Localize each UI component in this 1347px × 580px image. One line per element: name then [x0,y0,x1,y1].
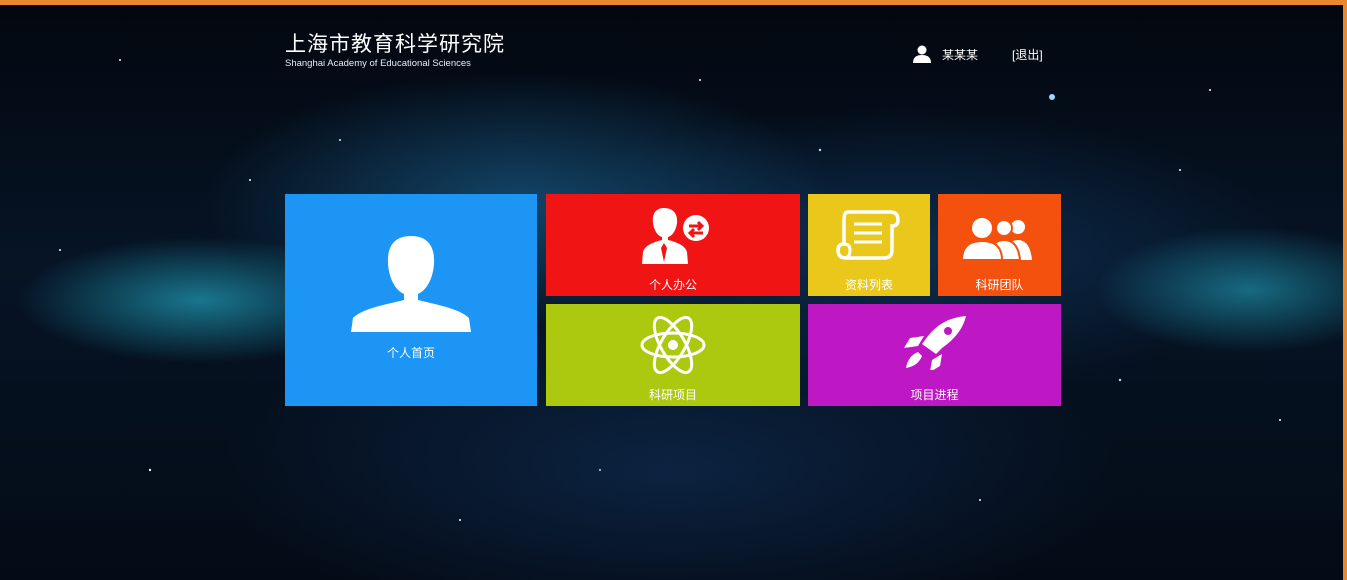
tile-label: 个人首页 [386,346,435,360]
tile-label: 科研团队 [975,278,1024,292]
user-area: 某某某 [退出] [912,45,1043,63]
group-icon [960,216,1032,260]
right-border [1343,0,1347,580]
tile-document-list[interactable]: 资料列表 [808,194,930,296]
logo-title-cn: 上海市教育科学研究院 [285,33,505,56]
tile-research-team[interactable]: 科研团队 [938,194,1061,296]
person-chat-icon [642,208,709,264]
user-icon [913,45,931,63]
institution-logo[interactable]: 上海市教育科学研究院 Shanghai Academy of Education… [285,33,505,70]
logo-title-en: Shanghai Academy of Educational Sciences [285,58,471,69]
tile-label: 资料列表 [844,278,893,292]
tile-label: 个人办公 [648,278,697,292]
scroll-icon [836,210,900,260]
rocket-icon [904,316,966,370]
tile-research-projects[interactable]: 科研项目 [546,304,800,406]
logout-link[interactable]: [退出] [1012,46,1043,63]
tile-project-progress[interactable]: 项目进程 [808,304,1061,406]
top-border [0,0,1347,5]
atom-icon [640,316,706,374]
person-icon [351,236,471,332]
tile-personal-office[interactable]: 个人办公 [546,194,800,296]
tile-personal-home[interactable]: 个人首页 [285,194,537,406]
tile-label: 项目进程 [910,388,959,402]
username-label: 某某某 [942,47,979,62]
tile-label: 科研项目 [648,388,697,402]
